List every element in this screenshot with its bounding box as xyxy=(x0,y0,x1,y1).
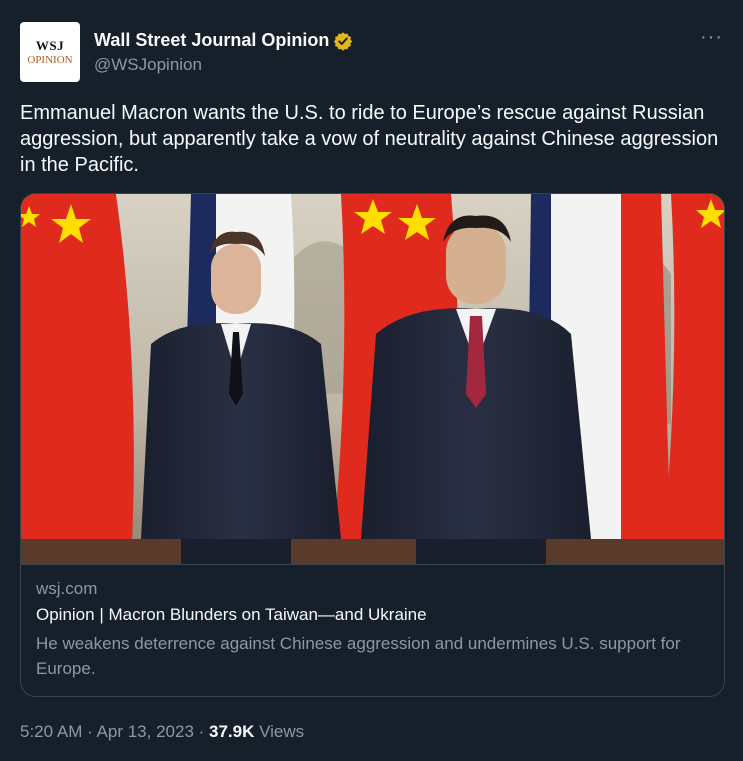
link-card[interactable]: wsj.com Opinion | Macron Blunders on Tai… xyxy=(20,193,725,697)
more-options-icon[interactable]: ··· xyxy=(700,26,723,49)
views-count: 37.9K xyxy=(209,722,255,741)
tweet-header: WSJ OPINION Wall Street Journal Opinion … xyxy=(20,22,723,82)
card-title[interactable]: Opinion | Macron Blunders on Taiwan—and … xyxy=(36,605,427,625)
tweet-meta: 5:20 AM · Apr 13, 2023 · 37.9K Views xyxy=(20,722,304,742)
tweet-time[interactable]: 5:20 AM xyxy=(20,722,82,741)
card-description: He weakens deterrence against Chinese ag… xyxy=(36,634,681,678)
avatar-wsj-text: WSJ xyxy=(35,37,65,53)
meta-separator: · xyxy=(82,722,97,741)
card-info: wsj.com Opinion | Macron Blunders on Tai… xyxy=(21,564,724,696)
author-handle[interactable]: @WSJopinion xyxy=(94,55,202,75)
display-name[interactable]: Wall Street Journal Opinion xyxy=(94,30,329,51)
verified-badge-icon xyxy=(334,31,353,51)
card-image xyxy=(21,194,724,564)
avatar[interactable]: WSJ OPINION xyxy=(20,22,80,82)
tweet-date[interactable]: Apr 13, 2023 xyxy=(97,722,194,741)
avatar-opinion-text: OPINION xyxy=(27,53,73,66)
views-label: Views xyxy=(254,722,305,741)
card-domain: wsj.com xyxy=(36,579,98,598)
name-row: Wall Street Journal Opinion xyxy=(94,30,353,51)
tweet-text: Emmanuel Macron wants the U.S. to ride t… xyxy=(20,102,719,176)
meta-separator: · xyxy=(193,722,210,741)
